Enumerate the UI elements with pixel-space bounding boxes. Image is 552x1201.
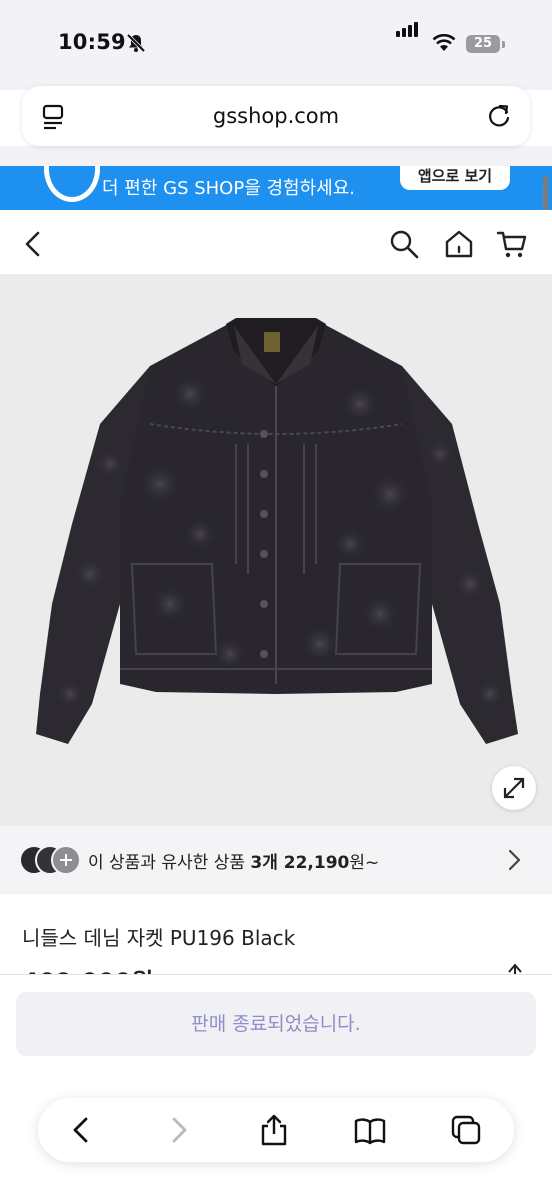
browser-chrome-background — [0, 146, 552, 166]
similar-product-thumbnails — [20, 845, 81, 875]
app-download-banner[interactable]: 더 편한 GS SHOP을 경험하세요. 앱으로 보기 — [0, 166, 552, 210]
sold-out-button[interactable]: 판매 종료되었습니다. — [16, 992, 536, 1056]
similar-products-text: 이 상품과 유사한 상품 3개 22,190원~ — [88, 848, 379, 873]
share-sheet-icon[interactable] — [258, 1114, 290, 1146]
similar-products-bar[interactable]: 이 상품과 유사한 상품 3개 22,190원~ — [0, 826, 552, 894]
similar-suffix: 원~ — [349, 853, 380, 873]
battery-cap — [502, 41, 505, 48]
address-bar[interactable]: gsshop.com — [22, 86, 530, 146]
browser-forward-icon[interactable] — [162, 1114, 194, 1146]
bookmarks-icon[interactable] — [354, 1114, 386, 1146]
share-icon[interactable] — [502, 962, 528, 974]
similar-count-price: 3개 22,190 — [250, 853, 350, 873]
browser-back-icon[interactable] — [66, 1114, 98, 1146]
url-text[interactable]: gsshop.com — [22, 104, 530, 128]
product-price: 409,000원 — [22, 962, 153, 974]
browser-toolbar — [38, 1098, 514, 1162]
expand-icon — [503, 777, 525, 799]
open-in-app-button[interactable]: 앱으로 보기 — [400, 166, 510, 190]
cart-icon[interactable] — [496, 228, 528, 260]
product-image[interactable] — [0, 274, 552, 826]
wifi-icon — [432, 34, 456, 51]
banner-text: 더 편한 GS SHOP을 경험하세요. — [102, 178, 356, 199]
reload-icon[interactable] — [486, 103, 512, 129]
product-name: 니들스 데님 자켓 PU196 Black — [22, 926, 296, 950]
status-time: 10:59 — [58, 30, 126, 54]
tabs-icon[interactable] — [450, 1114, 482, 1146]
bell-off-icon — [126, 33, 146, 53]
battery-indicator: 25 — [466, 35, 500, 53]
home-icon[interactable] — [443, 228, 475, 260]
site-header — [0, 210, 552, 274]
expand-image-button[interactable] — [492, 766, 536, 810]
back-icon[interactable] — [18, 228, 50, 260]
denim-jacket-image — [36, 318, 518, 744]
chevron-right-icon — [508, 849, 521, 871]
search-icon[interactable] — [388, 228, 420, 260]
gs-shop-logo — [44, 166, 100, 202]
similar-prefix: 이 상품과 유사한 상품 — [88, 853, 251, 873]
